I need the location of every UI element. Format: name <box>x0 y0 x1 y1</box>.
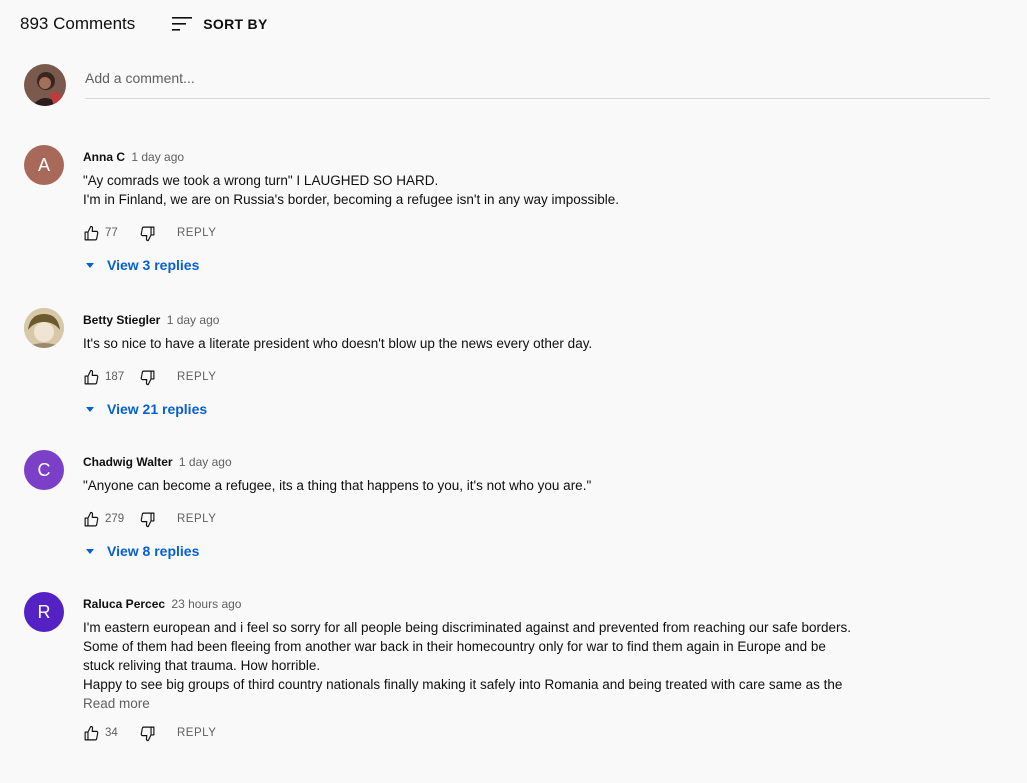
view-replies-button[interactable]: View 8 replies <box>83 543 994 559</box>
view-replies-button[interactable]: View 3 replies <box>83 257 994 273</box>
comment-author[interactable]: Raluca Percec <box>83 597 165 611</box>
avatar[interactable]: C <box>24 450 64 490</box>
caret-down-icon <box>86 263 94 268</box>
comment-line: I'm eastern european and i feel so sorry… <box>83 620 852 635</box>
avatar-letter: A <box>37 154 50 175</box>
user-avatar <box>24 64 66 106</box>
like-icon[interactable] <box>83 511 100 528</box>
view-replies-label: View 3 replies <box>107 257 200 273</box>
comment-time[interactable]: 23 hours ago <box>171 597 241 611</box>
comment-line: "Ay comrads we took a wrong turn" I LAUG… <box>83 173 439 188</box>
read-more-link[interactable]: Read more <box>83 696 994 711</box>
comment-count: 893 Comments <box>20 14 136 33</box>
comment-time[interactable]: 1 day ago <box>131 150 184 164</box>
comment-line: stuck reliving that trauma. How horrible… <box>83 658 321 673</box>
avatar-letter: R <box>37 601 51 622</box>
like-count: 279 <box>105 513 125 525</box>
comment-time[interactable]: 1 day ago <box>167 313 220 327</box>
avatar[interactable]: A <box>24 145 64 185</box>
dislike-icon[interactable] <box>139 225 156 242</box>
view-replies-label: View 8 replies <box>107 543 200 559</box>
reply-button[interactable]: REPLY <box>177 371 216 383</box>
caret-down-icon <box>86 549 94 554</box>
like-count: 34 <box>105 727 118 739</box>
sort-icon <box>172 17 193 31</box>
comments-header: 893 Comments SORT BY <box>20 14 268 34</box>
comment-text: "Anyone can become a refugee, its a thin… <box>83 476 994 495</box>
like-count: 187 <box>105 371 125 383</box>
comment-text: "Ay comrads we took a wrong turn" I LAUG… <box>83 171 994 209</box>
dislike-icon[interactable] <box>139 369 156 386</box>
dislike-icon[interactable] <box>139 725 156 742</box>
comment-author[interactable]: Betty Stiegler <box>83 313 160 327</box>
avatar[interactable] <box>24 308 64 348</box>
reply-button[interactable]: REPLY <box>177 727 216 739</box>
dislike-icon[interactable] <box>139 511 156 528</box>
sort-by-button[interactable]: SORT BY <box>171 16 267 32</box>
comment-line: It's so nice to have a literate presiden… <box>83 336 593 351</box>
like-icon[interactable] <box>83 225 100 242</box>
comment-author[interactable]: Chadwig Walter <box>83 455 173 469</box>
view-replies-label: View 21 replies <box>107 401 208 417</box>
like-count: 77 <box>105 227 118 239</box>
caret-down-icon <box>86 407 94 412</box>
avatar[interactable]: R <box>24 592 64 632</box>
like-icon[interactable] <box>83 725 100 742</box>
comment-line: Some of them had been fleeing from anoth… <box>83 639 826 654</box>
reply-button[interactable]: REPLY <box>177 513 216 525</box>
comment-author[interactable]: Anna C <box>83 150 125 164</box>
reply-button[interactable]: REPLY <box>177 227 216 239</box>
like-icon[interactable] <box>83 369 100 386</box>
add-comment-input[interactable]: Add a comment... <box>85 70 990 99</box>
view-replies-button[interactable]: View 21 replies <box>83 401 994 417</box>
comment-time[interactable]: 1 day ago <box>179 455 232 469</box>
add-comment-row: Add a comment... <box>24 64 990 106</box>
comment-line: Happy to see big groups of third country… <box>83 677 843 692</box>
comment-text: It's so nice to have a literate presiden… <box>83 334 994 353</box>
sort-by-label: SORT BY <box>203 16 268 32</box>
comment-line: I'm in Finland, we are on Russia's borde… <box>83 192 619 207</box>
comment-line: "Anyone can become a refugee, its a thin… <box>83 478 592 493</box>
avatar-letter: C <box>37 459 51 480</box>
comment-text: I'm eastern european and i feel so sorry… <box>83 618 994 694</box>
